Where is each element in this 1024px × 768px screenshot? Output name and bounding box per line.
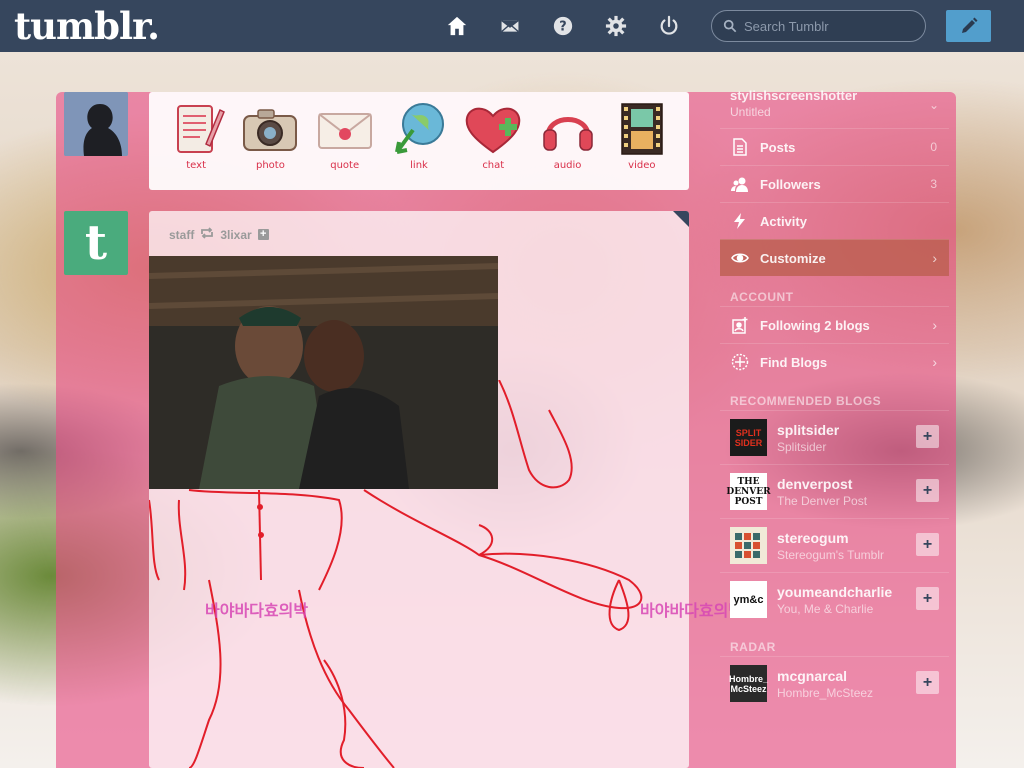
film-icon — [621, 103, 663, 155]
blog-thumb — [730, 527, 767, 564]
followers-count: 3 — [930, 177, 937, 191]
followers-icon — [730, 174, 750, 194]
post-author-link[interactable]: staff — [169, 228, 194, 242]
sidebar-item-activity[interactable]: Activity — [720, 202, 949, 239]
follow-blog-button[interactable]: + — [916, 479, 939, 502]
recommended-blog-item[interactable]: THE DENVER POST denverpost The Denver Po… — [720, 464, 949, 518]
follow-blog-button[interactable]: + — [916, 533, 939, 556]
chevron-right-icon: › — [932, 250, 937, 266]
sidebar-item-label: Customize — [760, 250, 826, 266]
headphones-icon — [542, 117, 593, 151]
sidebar-item-label: Followers — [760, 176, 821, 192]
blog-title: Splitsider — [777, 439, 827, 454]
search-icon — [723, 19, 737, 33]
top-navigation-bar: tumblr. ? — [0, 0, 1024, 52]
sidebar-item-find-blogs[interactable]: Find Blogs › — [720, 343, 949, 380]
account-heading: ACCOUNT — [730, 290, 794, 304]
eye-icon — [730, 248, 750, 268]
blog-thumb: ym&c — [730, 581, 767, 618]
settings-gear-icon[interactable] — [603, 13, 629, 39]
post-chat-button[interactable]: chat — [462, 100, 524, 190]
post-link-button[interactable]: link — [388, 100, 450, 190]
sidebar-item-followers[interactable]: Followers 3 — [720, 165, 949, 202]
sidebar-item-label: Posts — [760, 139, 796, 155]
follow-blog-button[interactable]: + — [916, 587, 939, 610]
chat-icon — [465, 107, 521, 154]
watermark-text-left: 바야바다효의박 — [205, 603, 309, 620]
blog-title: The Denver Post — [777, 493, 868, 508]
follow-plus-icon[interactable]: + — [257, 229, 269, 240]
search-box[interactable] — [711, 10, 926, 42]
sidebar-item-label: Activity — [760, 213, 807, 229]
recommended-heading: RECOMMENDED BLOGS — [730, 394, 882, 408]
post-photo-button[interactable]: photo — [239, 100, 301, 190]
recommended-blog-item[interactable]: ym&c youmeandcharlie You, Me & Charlie + — [720, 572, 949, 626]
reblog-source-link[interactable]: 3lixar — [220, 228, 251, 242]
post-video-button[interactable]: video — [611, 100, 673, 190]
radar-heading: RADAR — [730, 640, 776, 654]
post-quote-button[interactable]: quote — [314, 100, 376, 190]
lightning-icon — [730, 211, 750, 231]
posts-count: 0 — [930, 140, 937, 154]
sidebar-item-following[interactable]: Following 2 blogs › — [720, 306, 949, 343]
stereogum-logo-icon — [735, 533, 760, 558]
user-avatar[interactable] — [64, 92, 128, 156]
posts-icon — [730, 137, 750, 157]
blog-title: Untitled — [730, 105, 771, 119]
chevron-right-icon: › — [932, 317, 937, 333]
sidebar-item-posts[interactable]: Posts 0 — [720, 128, 949, 165]
right-sidebar: stylishscreenshotter Untitled ⌄ Posts 0 … — [720, 88, 949, 710]
post-corner-fold — [673, 211, 689, 227]
sidebar-item-label: Following 2 blogs — [760, 317, 870, 333]
post-type-bar: text photo quote link chat audio video — [149, 92, 689, 190]
recommended-blog-item[interactable]: stereogum Stereogum's Tumblr + — [720, 518, 949, 572]
blog-thumb: Hombre_ McSteez — [729, 665, 768, 702]
radar-blog-item[interactable]: Hombre_ McSteez mcgnarcal Hombre_McSteez… — [720, 656, 949, 710]
inbox-icon[interactable] — [497, 13, 523, 39]
svg-text:?: ? — [559, 20, 566, 35]
blog-name[interactable]: stereogum — [777, 530, 884, 546]
post-audio-button[interactable]: audio — [537, 100, 599, 190]
chevron-right-icon: › — [932, 354, 937, 370]
sidebar-item-label: Find Blogs — [760, 354, 828, 370]
reblog-icon — [200, 227, 214, 242]
blog-title: Stereogum's Tumblr — [777, 547, 884, 562]
blog-title: Hombre_McSteez — [777, 685, 874, 700]
recommended-blog-item[interactable]: SPLIT SIDER splitsider Splitsider + — [720, 410, 949, 464]
blog-name[interactable]: splitsider — [777, 422, 839, 438]
post-text-button[interactable]: text — [165, 100, 227, 190]
sidebar-item-customize[interactable]: Customize › — [720, 239, 949, 276]
link-icon — [395, 103, 444, 154]
follow-blog-button[interactable]: + — [916, 425, 939, 448]
staff-avatar[interactable]: t — [64, 211, 128, 275]
following-icon — [730, 315, 750, 335]
search-input[interactable] — [744, 18, 914, 34]
post-photo[interactable] — [149, 256, 498, 489]
quote-icon — [317, 113, 372, 149]
blog-name[interactable]: mcgnarcal — [777, 668, 873, 684]
home-icon[interactable] — [444, 13, 470, 39]
logout-power-icon[interactable] — [656, 13, 682, 39]
blog-name[interactable]: youmeandcharlie — [777, 584, 892, 600]
post-header: staff 3lixar + — [169, 227, 269, 242]
follow-blog-button[interactable]: + — [916, 671, 939, 694]
text-icon — [177, 105, 226, 153]
blog-title: You, Me & Charlie — [777, 601, 874, 616]
compass-icon — [730, 352, 750, 372]
chevron-down-icon: ⌄ — [928, 98, 939, 112]
dashboard-post: staff 3lixar + — [149, 211, 689, 768]
help-icon[interactable]: ? — [550, 13, 576, 39]
blog-name: stylishscreenshotter — [730, 88, 858, 103]
blog-switcher[interactable]: stylishscreenshotter Untitled ⌄ — [720, 88, 949, 128]
blog-thumb: SPLIT SIDER — [730, 419, 767, 456]
tumblr-logo[interactable]: tumblr. — [14, 4, 160, 48]
blog-thumb: THE DENVER POST — [726, 473, 771, 510]
new-post-button[interactable] — [946, 10, 991, 42]
pencil-icon — [961, 17, 977, 33]
blog-name[interactable]: denverpost — [777, 476, 867, 492]
camera-icon — [243, 109, 298, 151]
